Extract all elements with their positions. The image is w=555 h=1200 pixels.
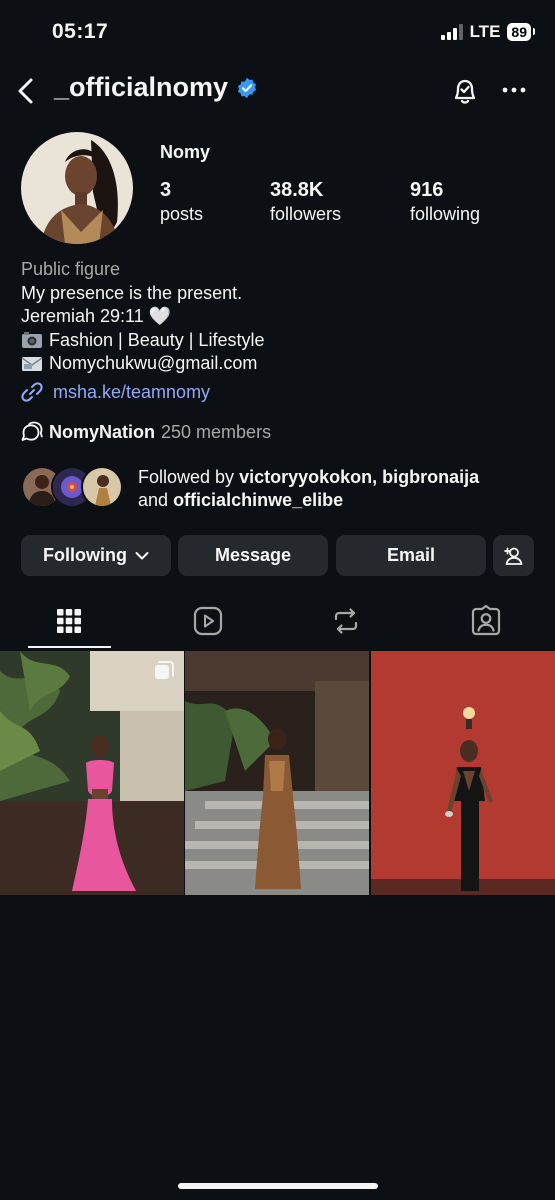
email-button[interactable]: Email	[336, 535, 486, 576]
verified-badge-icon	[237, 77, 257, 98]
followed-by-users-1: victoryyokokon, bigbronaija	[239, 467, 480, 487]
post-thumbnail-2[interactable]	[185, 651, 369, 895]
email-icon	[21, 356, 43, 371]
posts-stat[interactable]: 3 posts	[160, 178, 203, 226]
following-button-label: Following	[43, 545, 127, 565]
followers-stat[interactable]: 38.8K followers	[270, 178, 341, 226]
posts-count: 3	[160, 179, 172, 201]
channel-icon	[21, 421, 43, 441]
bio-line-3-row: Fashion | Beauty | Lifestyle	[21, 329, 541, 353]
profile-bio: Public figure My presence is the present…	[21, 258, 541, 376]
message-button[interactable]: Message	[178, 535, 328, 576]
followed-by-users-2: officialchinwe_elibe	[173, 490, 344, 510]
mutual-avatar-3	[81, 466, 123, 508]
status-time: 05:17	[52, 20, 109, 43]
suggest-people-button[interactable]	[493, 535, 534, 576]
camera-icon	[22, 332, 42, 349]
link-icon	[21, 382, 43, 402]
profile-link[interactable]: msha.ke/teamnomy	[21, 381, 210, 403]
followed-by-prefix: Followed by	[138, 467, 235, 487]
message-button-label: Message	[214, 545, 292, 565]
profile-avatar[interactable]	[21, 132, 133, 244]
following-stat[interactable]: 916 following	[410, 178, 480, 226]
following-button[interactable]: Following	[21, 535, 171, 576]
channel-name: NomyNation	[49, 421, 156, 442]
post-thumbnail-3[interactable]	[371, 651, 555, 895]
status-indicators: LTE 89	[440, 22, 535, 42]
profile-category: Public figure	[21, 259, 121, 279]
chevron-down-icon	[135, 551, 149, 559]
tagged-tab-icon[interactable]	[469, 604, 503, 638]
grid-tab-icon[interactable]	[52, 604, 86, 638]
back-arrow-icon[interactable]	[14, 76, 40, 106]
followed-by-text[interactable]: Followed by victoryyokokon, bigbronaija …	[138, 466, 538, 512]
bio-line-1: My presence is the present.	[21, 282, 243, 303]
battery-icon: 89	[507, 23, 535, 41]
username-text: _officialnomy	[54, 72, 229, 102]
post-thumbnail-1[interactable]	[0, 651, 184, 895]
more-options-icon[interactable]	[499, 78, 529, 102]
email-button-label: Email	[386, 545, 436, 565]
link-text: msha.ke/teamnomy	[53, 381, 211, 402]
add-person-icon	[503, 547, 522, 565]
followed-by-conj: and	[138, 490, 169, 510]
reels-tab-icon[interactable]	[191, 604, 225, 638]
reposts-tab-icon[interactable]	[329, 604, 363, 638]
display-name: Nomy	[160, 142, 211, 162]
followers-count: 38.8K	[270, 179, 324, 201]
home-indicator[interactable]	[178, 1183, 378, 1189]
bio-line-4-row: Nomychukwu@gmail.com	[21, 352, 541, 376]
followers-label: followers	[270, 204, 342, 224]
carousel-icon	[155, 661, 174, 679]
signal-icon	[440, 24, 463, 40]
profile-username: _officialnomy	[54, 72, 258, 103]
active-tab-indicator	[28, 646, 111, 648]
bio-line-3: Fashion | Beauty | Lifestyle	[49, 329, 265, 350]
notification-bell-icon[interactable]	[448, 74, 482, 108]
bio-line-4[interactable]: Nomychukwu@gmail.com	[49, 352, 257, 376]
posts-label: posts	[160, 204, 204, 224]
network-label: LTE	[469, 22, 501, 41]
channel-members: 250 members	[161, 421, 272, 442]
bio-line-2: Jeremiah 29:11 🤍	[21, 306, 172, 326]
broadcast-channel[interactable]: NomyNation 250 members	[21, 421, 271, 443]
mutual-followers-avatars[interactable]	[21, 466, 123, 508]
following-count: 916	[410, 179, 444, 201]
following-label: following	[410, 204, 481, 224]
